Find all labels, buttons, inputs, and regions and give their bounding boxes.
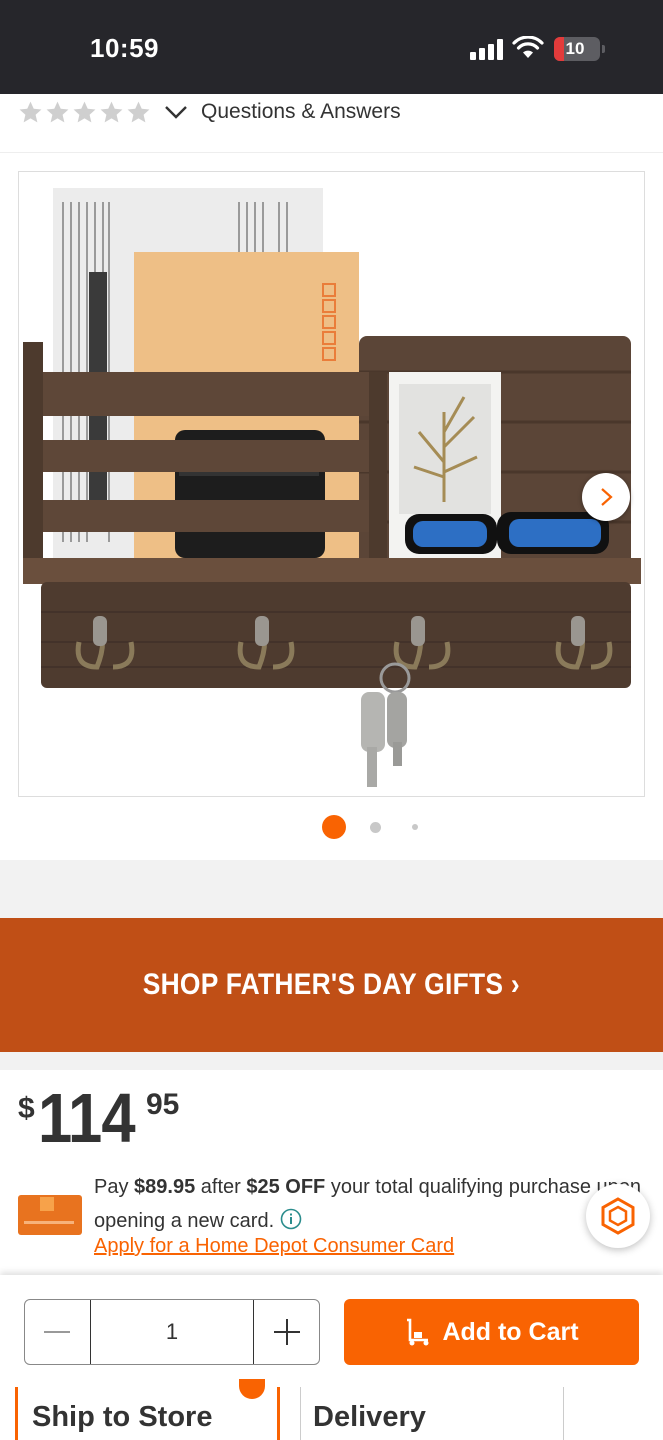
offer-sale-price: $89.95 [134, 1176, 196, 1198]
quantity-input[interactable]: 1 [89, 1300, 255, 1364]
page-dot[interactable] [412, 824, 418, 830]
rating-row[interactable]: Questions & Answers [18, 96, 401, 128]
decrement-button[interactable] [25, 1300, 90, 1364]
offer-discount: $25 OFF [246, 1176, 326, 1198]
star-icon [100, 101, 123, 122]
section-divider [0, 860, 663, 918]
battery-icon: 10 [554, 37, 605, 61]
product-image[interactable] [18, 171, 645, 797]
increment-button[interactable] [254, 1300, 319, 1364]
ship-to-store-label: Ship to Store [32, 1401, 213, 1433]
questions-answers-link[interactable]: Questions & Answers [201, 100, 401, 124]
star-icon [19, 101, 42, 122]
page-dot-active[interactable] [322, 815, 346, 839]
apply-card-link[interactable]: Apply for a Home Depot Consumer Card [94, 1235, 454, 1258]
chevron-right-icon [601, 488, 613, 506]
home-depot-logo [40, 1197, 54, 1211]
section-divider [0, 1052, 663, 1070]
next-image-button[interactable] [582, 473, 630, 521]
cellular-signal-icon [470, 38, 504, 60]
delivery-label: Delivery [313, 1401, 426, 1433]
add-to-cart-button[interactable]: Add to Cart [344, 1299, 639, 1365]
price-cents: 95 [146, 1088, 180, 1121]
selected-check-icon [239, 1379, 265, 1399]
sticky-cart-bar: 1 Add to Cart Ship to Store Delivery [0, 1275, 663, 1440]
wifi-icon [512, 36, 544, 58]
chat-assistant-button[interactable] [586, 1184, 650, 1248]
battery-level: 10 [565, 39, 585, 58]
minus-icon [44, 1331, 71, 1333]
fulfillment-options: Ship to Store Delivery [0, 1379, 663, 1440]
mail-organizer-illustration [23, 188, 641, 787]
hexagon-logo-icon [601, 1197, 635, 1235]
star-icon [46, 101, 69, 122]
add-to-cart-label: Add to Cart [442, 1317, 579, 1346]
delivery-option[interactable]: Delivery [300, 1387, 564, 1440]
ship-to-store-option[interactable]: Ship to Store [15, 1379, 280, 1440]
promo-label: SHOP FATHER'S DAY GIFTS › [142, 968, 521, 1001]
status-time: 10:59 [90, 33, 159, 63]
info-icon[interactable] [280, 1208, 302, 1230]
product-gallery [0, 152, 663, 860]
fathers-day-promo-banner[interactable]: SHOP FATHER'S DAY GIFTS › [0, 918, 663, 1052]
card-offer-text: Pay $89.95 after $25 OFF your total qual… [94, 1176, 642, 1232]
price-dollars: 114 [38, 1079, 136, 1157]
page-dot[interactable] [370, 822, 381, 833]
dolly-cart-icon [407, 1318, 429, 1346]
plus-icon [273, 1319, 300, 1345]
status-bar: 10:59 10 [0, 0, 663, 94]
gallery-pagination [0, 815, 663, 839]
star-icon [127, 101, 150, 122]
star-icon [73, 101, 96, 122]
chevron-down-icon[interactable] [163, 99, 189, 125]
price-currency: $ [18, 1092, 35, 1125]
star-rating [18, 100, 151, 125]
credit-card-image [18, 1195, 82, 1235]
quantity-stepper: 1 [24, 1299, 320, 1365]
